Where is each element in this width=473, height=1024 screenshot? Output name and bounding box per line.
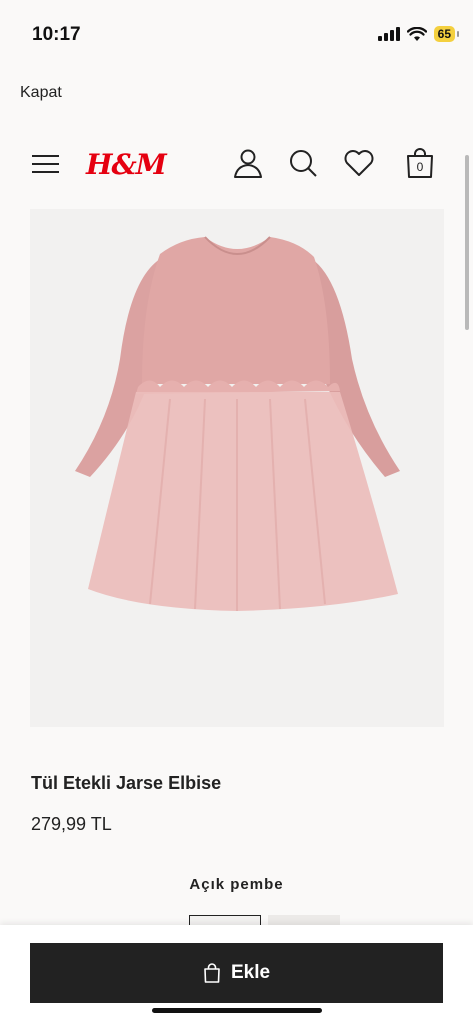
product-image[interactable]: [30, 209, 444, 727]
product-price: 279,99 TL: [31, 814, 112, 834]
bag-button[interactable]: 0: [403, 146, 437, 180]
color-name: Açık pembe: [189, 876, 284, 893]
battery-icon: 65: [433, 26, 460, 42]
bag-icon: [204, 963, 220, 983]
favorites-icon[interactable]: [342, 146, 376, 180]
wifi-icon: [406, 26, 427, 41]
close-link[interactable]: Kapat: [20, 84, 62, 102]
status-indicators: 65: [377, 24, 460, 44]
bag-count: 0: [416, 160, 424, 174]
scrollbar[interactable]: [465, 155, 469, 330]
product-title: Tül Etekli Jarse Elbise: [31, 773, 222, 793]
add-button-label: Ekle: [230, 962, 271, 983]
dress-illustration: [75, 236, 400, 611]
menu-icon[interactable]: [32, 155, 59, 175]
signal-icon: [377, 27, 400, 41]
account-icon[interactable]: [231, 146, 265, 180]
add-to-bag-button[interactable]: Ekle: [30, 943, 443, 1003]
site-header: H&M 0: [0, 140, 473, 188]
search-icon[interactable]: [286, 146, 320, 180]
status-bar: 10:17 65: [0, 0, 473, 70]
brand-logo[interactable]: H&M: [86, 148, 167, 181]
status-time: 10:17: [32, 24, 81, 45]
home-indicator[interactable]: [152, 1008, 322, 1013]
